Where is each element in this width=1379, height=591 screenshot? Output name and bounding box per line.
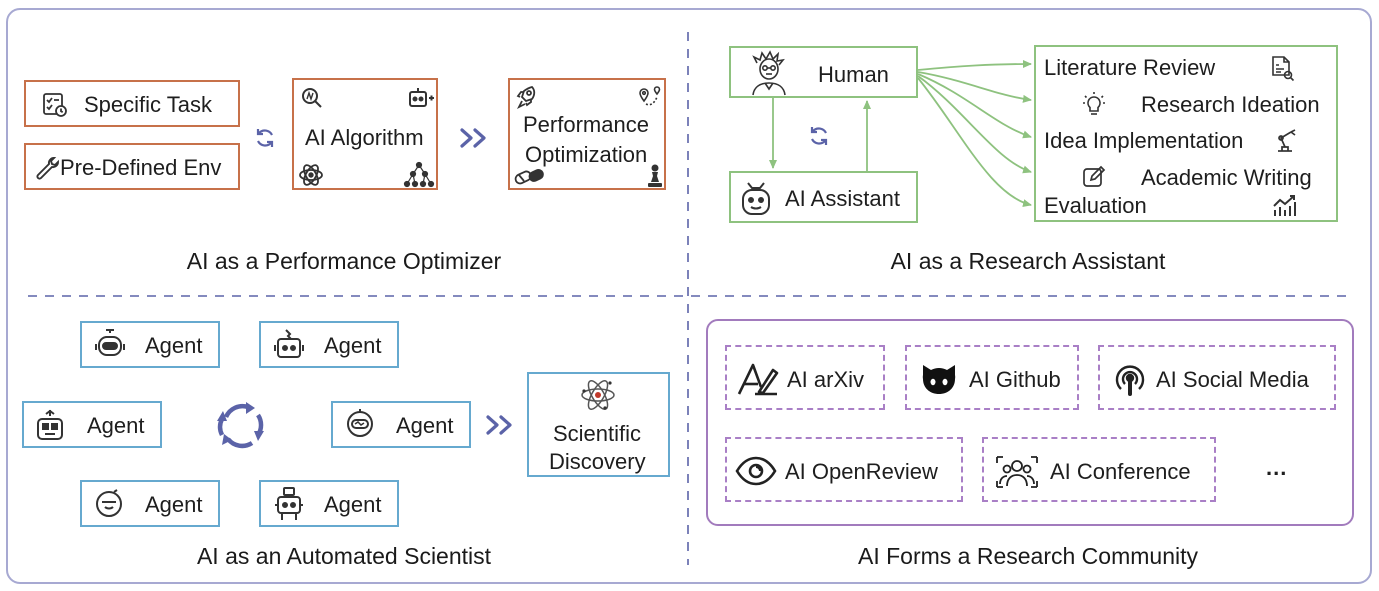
edit-icon — [1083, 165, 1106, 187]
bar-chart-trend-icon — [1273, 195, 1296, 216]
robot-head-icon — [347, 409, 373, 437]
agent-box: Agent — [259, 321, 399, 368]
robot-head-icon — [37, 409, 63, 440]
scientific-label-line1: Scientific — [553, 421, 642, 446]
agent-label: Agent — [87, 413, 145, 438]
agent-label: Agent — [396, 413, 454, 438]
eye-icon — [735, 456, 777, 486]
robot-head-icon — [95, 329, 125, 356]
ai-conference-label: AI Conference — [1050, 459, 1191, 484]
agent-box: Agent — [259, 480, 399, 527]
task-evaluation: Evaluation — [1044, 193, 1147, 218]
research-tasks-box: Literature Review Research Ideation Idea… — [1034, 45, 1338, 222]
double-chevron-right-icon — [486, 415, 512, 435]
agent-box: Agent — [331, 401, 471, 448]
task-academic-writing: Academic Writing — [1141, 165, 1312, 190]
ai-arxiv-box: AI arXiv — [725, 345, 885, 410]
task-research-ideation: Research Ideation — [1141, 92, 1320, 117]
robot-head-icon — [96, 489, 122, 517]
ai-openreview-box: AI OpenReview — [725, 437, 963, 502]
caption-research-assistant: AI as a Research Assistant — [890, 248, 1166, 274]
ai-conference-box: AI Conference — [982, 437, 1216, 502]
agent-box: Agent — [80, 480, 220, 527]
lightbulb-icon — [1083, 92, 1105, 115]
ai-openreview-label: AI OpenReview — [785, 459, 938, 484]
agent-box: Agent — [22, 401, 162, 448]
scientific-label-line2: Discovery — [549, 449, 646, 474]
caption-research-community: AI Forms a Research Community — [858, 543, 1198, 569]
ai-social-media-label: AI Social Media — [1156, 367, 1309, 392]
ai-github-label: AI Github — [969, 367, 1061, 392]
github-octocat-icon — [922, 365, 956, 394]
arxiv-logo-icon — [737, 363, 779, 396]
more-ellipsis: ... — [1266, 455, 1288, 480]
ai-social-media-box: AI Social Media — [1098, 345, 1336, 410]
atom-molecule-icon — [581, 380, 615, 410]
agent-box: Agent — [80, 321, 220, 368]
robot-head-icon — [275, 487, 303, 520]
caption-automated-scientist: AI as an Automated Scientist — [196, 543, 492, 569]
cycle-icon-assistant — [810, 127, 828, 145]
agent-label: Agent — [324, 492, 382, 517]
agent-label: Agent — [145, 492, 203, 517]
ai-arxiv-label: AI arXiv — [787, 367, 865, 392]
scientific-discovery-box: Scientific Discovery — [527, 372, 670, 477]
robot-head-icon — [274, 329, 304, 358]
collaboration-cycle-icon — [217, 402, 264, 449]
document-chart-icon — [1272, 56, 1295, 82]
podcast-broadcast-icon — [1115, 365, 1145, 396]
agent-label: Agent — [145, 333, 203, 358]
conference-people-icon — [996, 456, 1038, 488]
task-literature-review: Literature Review — [1044, 55, 1216, 80]
ai-github-box: AI Github — [905, 345, 1079, 410]
task-idea-implementation: Idea Implementation — [1044, 128, 1244, 153]
robot-arm-icon — [1278, 129, 1296, 152]
agent-label: Agent — [324, 333, 382, 358]
